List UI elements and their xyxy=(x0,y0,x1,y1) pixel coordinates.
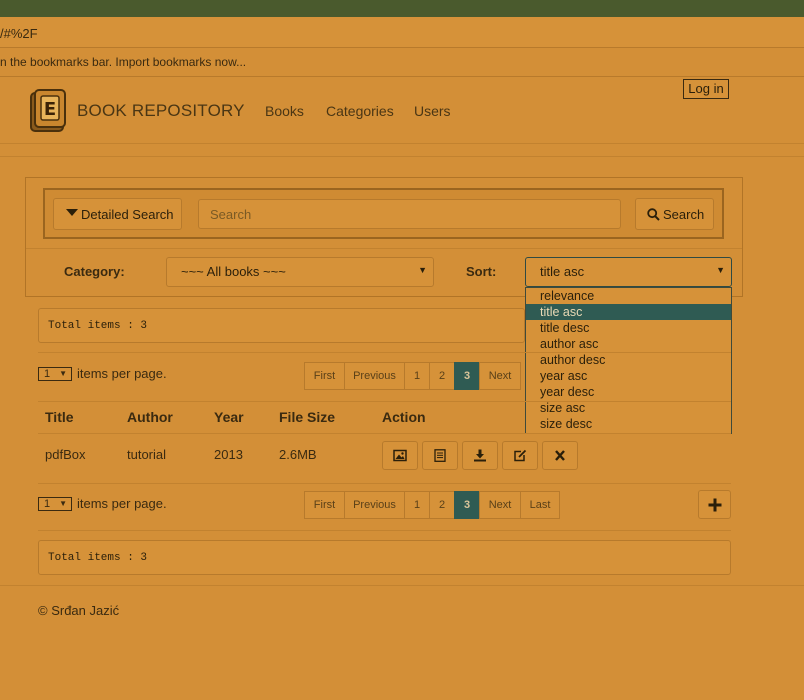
category-select[interactable]: ~~~ All books ~~~ ▼ xyxy=(166,257,434,287)
pagination-top: First Previous 1 2 3 Next xyxy=(304,362,521,390)
nav-categories[interactable]: Categories xyxy=(326,103,394,119)
page-1[interactable]: 1 xyxy=(404,491,430,519)
details-icon xyxy=(434,449,446,462)
page-3-active[interactable]: 3 xyxy=(454,491,480,519)
cell-author: tutorial xyxy=(127,447,167,462)
svg-text:E: E xyxy=(44,99,56,120)
total-items-text: Total items : 3 xyxy=(48,320,148,332)
sort-option[interactable]: author desc xyxy=(526,352,731,368)
plus-icon xyxy=(708,498,722,512)
header-action: Action xyxy=(382,409,426,425)
view-image-button[interactable] xyxy=(382,441,418,470)
page-2[interactable]: 2 xyxy=(429,362,455,390)
header-title[interactable]: Title xyxy=(45,409,74,425)
per-page-value: 1 xyxy=(44,498,51,510)
caret-down-icon xyxy=(66,209,78,216)
total-items-text: Total items : 3 xyxy=(48,552,148,564)
divider xyxy=(0,156,804,157)
per-page-label: items per page. xyxy=(77,496,167,511)
per-page-select[interactable]: 1 ▼ xyxy=(38,497,72,511)
delete-button[interactable] xyxy=(542,441,578,470)
select-arrow-icon: ▼ xyxy=(59,499,67,508)
per-page-select[interactable]: 1 ▼ xyxy=(38,367,72,381)
divider xyxy=(38,530,731,531)
book-logo-icon[interactable]: E xyxy=(28,88,70,134)
search-button[interactable]: Search xyxy=(635,198,714,230)
bookmarks-hint[interactable]: n the bookmarks bar. Import bookmarks no… xyxy=(0,55,246,69)
page-3-active[interactable]: 3 xyxy=(454,362,480,390)
sort-option[interactable]: title desc xyxy=(526,320,731,336)
login-button[interactable]: Log in xyxy=(683,79,729,99)
page-previous[interactable]: Previous xyxy=(344,491,405,519)
sort-option[interactable]: size asc xyxy=(526,400,731,416)
category-value: ~~~ All books ~~~ xyxy=(181,264,286,279)
delete-icon xyxy=(555,450,565,461)
nav-books[interactable]: Books xyxy=(265,103,304,119)
footer-divider xyxy=(0,585,804,586)
category-label: Category: xyxy=(64,264,125,279)
edit-button[interactable] xyxy=(502,441,538,470)
sort-value: title asc xyxy=(540,264,585,279)
search-icon xyxy=(647,208,660,221)
panel-divider xyxy=(26,248,742,249)
sort-option[interactable]: size desc xyxy=(526,416,731,432)
header-author[interactable]: Author xyxy=(127,409,173,425)
page-next[interactable]: Next xyxy=(479,362,521,390)
total-items-bottom: Total items : 3 xyxy=(38,540,731,575)
sort-label: Sort: xyxy=(466,264,497,279)
page-1[interactable]: 1 xyxy=(404,362,430,390)
footer-copyright: © Srđan Jazić xyxy=(38,603,120,618)
search-button-label: Search xyxy=(663,207,705,222)
nav-users[interactable]: Users xyxy=(414,103,451,119)
sort-option[interactable]: author asc xyxy=(526,336,731,352)
header-file-size[interactable]: File Size xyxy=(279,409,335,425)
details-button[interactable] xyxy=(422,441,458,470)
download-button[interactable] xyxy=(462,441,498,470)
sort-select[interactable]: title asc ▼ xyxy=(525,257,732,287)
page-previous[interactable]: Previous xyxy=(344,362,405,390)
divider xyxy=(38,483,731,484)
image-icon xyxy=(393,449,407,462)
edit-icon xyxy=(514,449,527,462)
sort-option-selected[interactable]: title asc xyxy=(526,304,731,320)
sort-option[interactable]: year asc xyxy=(526,368,731,384)
cell-title: pdfBox xyxy=(45,447,86,462)
search-placeholder: Search xyxy=(210,207,252,222)
select-arrow-icon: ▼ xyxy=(59,369,67,378)
sort-option[interactable]: relevance xyxy=(526,288,731,304)
browser-url-bar[interactable]: /#%2F xyxy=(0,17,804,48)
browser-top-bar xyxy=(0,0,804,17)
divider xyxy=(38,352,731,353)
divider xyxy=(38,433,731,434)
page-first[interactable]: First xyxy=(304,491,345,519)
url-text: /#%2F xyxy=(0,26,38,41)
pagination-bottom: First Previous 1 2 3 Next Last xyxy=(304,491,560,519)
detailed-search-button[interactable]: Detailed Search xyxy=(53,198,182,230)
select-arrow-icon: ▼ xyxy=(716,265,725,275)
add-book-button[interactable] xyxy=(698,490,731,519)
cell-year: 2013 xyxy=(214,447,243,462)
select-arrow-icon: ▼ xyxy=(418,265,427,275)
per-page-label: items per page. xyxy=(77,366,167,381)
cell-size: 2.6MB xyxy=(279,447,317,462)
page-2[interactable]: 2 xyxy=(429,491,455,519)
detailed-search-label: Detailed Search xyxy=(81,207,174,222)
search-input[interactable]: Search xyxy=(198,199,621,229)
header-year[interactable]: Year xyxy=(214,409,244,425)
total-items-top: Total items : 3 xyxy=(38,308,525,343)
page-first[interactable]: First xyxy=(304,362,345,390)
sort-option[interactable]: year desc xyxy=(526,384,731,400)
sort-dropdown[interactable]: relevance title asc title desc author as… xyxy=(525,287,732,434)
page-last[interactable]: Last xyxy=(520,491,560,519)
bookmarks-bar: n the bookmarks bar. Import bookmarks no… xyxy=(0,48,804,77)
per-page-value: 1 xyxy=(44,368,51,380)
page-next[interactable]: Next xyxy=(479,491,521,519)
download-icon xyxy=(474,449,486,462)
brand-title[interactable]: BOOK REPOSITORY xyxy=(77,101,245,121)
divider xyxy=(38,401,731,402)
